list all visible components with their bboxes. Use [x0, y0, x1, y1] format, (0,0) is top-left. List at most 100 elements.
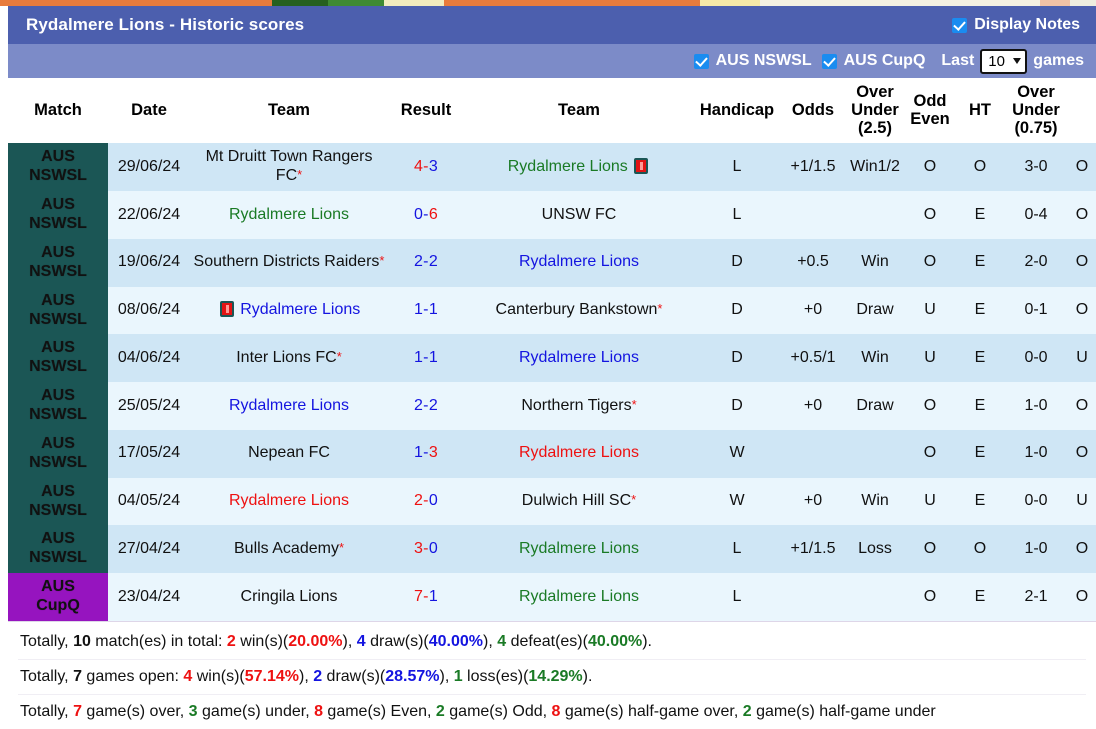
table-row[interactable]: AUS CupQ 23/04/24 Cringila Lions 7-1 Rydalmer…	[8, 573, 1096, 621]
page-root: Rydalmere Lions - Historic scores Displa…	[0, 0, 1096, 729]
away-team-cell[interactable]: Rydalmere Lions	[464, 525, 694, 574]
home-team-cell[interactable]: Southern Districts Raiders*	[190, 238, 388, 287]
match-league-badge[interactable]: AUS NSWSL	[8, 382, 108, 430]
home-team-cell[interactable]: Cringila Lions	[190, 573, 388, 621]
team-name[interactable]: Rydalmere Lions	[240, 301, 360, 318]
table-row[interactable]: AUS NSWSL 04/05/24 Rydalmere Lions 2-0 Dulwic…	[8, 477, 1096, 526]
table-body: AUS NSWSL 29/06/24 Mt Druitt Town Rangers F…	[8, 143, 1096, 621]
last-games-select-wrap[interactable]: 10	[980, 48, 1028, 74]
match-result[interactable]: 2-0	[388, 477, 464, 526]
col-header-ht[interactable]: HT	[956, 78, 1004, 144]
col-header-handicap[interactable]: Handicap	[694, 78, 780, 144]
team-name[interactable]: Rydalmere Lions	[519, 444, 639, 461]
col-header-odds[interactable]: Odds	[780, 78, 846, 144]
col-header-result[interactable]: Result	[388, 78, 464, 144]
team-name[interactable]: Rydalmere Lions	[229, 206, 349, 223]
away-score: 3	[428, 157, 439, 175]
home-team-cell[interactable]: Rydalmere Lions	[190, 382, 388, 430]
table-row[interactable]: AUS NSWSL 22/06/24 Rydalmere Lions 0-6 UNSW F…	[8, 191, 1096, 239]
table-row[interactable]: AUS NSWSL 27/04/24 Bulls Academy* 3-0 Rydalme…	[8, 525, 1096, 574]
away-team-cell[interactable]: Rydalmere Lions	[464, 573, 694, 621]
team-name[interactable]: Cringila Lions	[241, 588, 338, 605]
match-league-badge[interactable]: AUS NSWSL	[8, 143, 108, 192]
match-result[interactable]: 4-3	[388, 143, 464, 192]
match-outcome: D	[694, 334, 780, 383]
table-row[interactable]: AUS NSWSL 04/06/24 Inter Lions FC* 1-1 Rydalm…	[8, 334, 1096, 383]
home-team-cell[interactable]: Inter Lions FC*	[190, 334, 388, 383]
team-name[interactable]: UNSW FC	[542, 206, 617, 223]
team-name[interactable]: Northern Tigers	[521, 397, 631, 414]
checkbox-checked-icon[interactable]	[693, 53, 709, 69]
away-team-cell[interactable]: Canterbury Bankstown*	[464, 286, 694, 335]
match-result[interactable]: 2-2	[388, 238, 464, 287]
team-name[interactable]: Southern Districts Raiders	[194, 253, 380, 270]
away-team-cell[interactable]: Rydalmere Lions	[464, 429, 694, 478]
display-notes-label: Display Notes	[974, 16, 1080, 33]
team-name[interactable]: Rydalmere Lions	[519, 588, 639, 605]
match-league-badge[interactable]: AUS CupQ	[8, 573, 108, 621]
table-row[interactable]: AUS NSWSL 17/05/24 Nepean FC 1-3 Rydalmere Li…	[8, 429, 1096, 478]
team-name[interactable]: Rydalmere Lions	[519, 540, 639, 557]
team-name[interactable]: Dulwich Hill SC	[522, 492, 631, 509]
match-league-badge[interactable]: AUS NSWSL	[8, 525, 108, 574]
team-name[interactable]: Mt Druitt Town Rangers FC	[206, 148, 373, 184]
team-name[interactable]: Rydalmere Lions	[229, 397, 349, 414]
home-team-cell[interactable]: Rydalmere Lions	[190, 477, 388, 526]
match-result[interactable]: 1-1	[388, 286, 464, 335]
last-games-select[interactable]: 10	[980, 48, 1028, 74]
table-row[interactable]: AUS NSWSL 25/05/24 Rydalmere Lions 2-2 Northe…	[8, 382, 1096, 430]
table-row[interactable]: AUS NSWSL 08/06/24 Rydalmere Lions 1-1 Cante…	[8, 286, 1096, 335]
home-team-cell[interactable]: Mt Druitt Town Rangers FC*	[190, 143, 388, 192]
display-notes-toggle[interactable]: Display Notes	[952, 16, 1084, 34]
table-row[interactable]: AUS NSWSL 19/06/24 Southern Districts Raide…	[8, 238, 1096, 287]
team-name[interactable]: Inter Lions FC	[236, 349, 336, 366]
home-team-cell[interactable]: Bulls Academy*	[190, 525, 388, 574]
match-result[interactable]: 7-1	[388, 573, 464, 621]
table-row[interactable]: AUS NSWSL 29/06/24 Mt Druitt Town Rangers F…	[8, 143, 1096, 192]
team-name[interactable]: Rydalmere Lions	[508, 158, 628, 175]
col-header-odd-even[interactable]: Odd Even	[904, 78, 956, 144]
summary-half-under-count: 2	[742, 702, 752, 720]
checkbox-checked-icon[interactable]	[821, 53, 837, 69]
match-result[interactable]: 1-3	[388, 429, 464, 478]
match-league-badge[interactable]: AUS NSWSL	[8, 477, 108, 526]
match-league-badge[interactable]: AUS NSWSL	[8, 286, 108, 335]
away-team-cell[interactable]: Rydalmere Lions	[464, 238, 694, 287]
match-league-badge[interactable]: AUS NSWSL	[8, 238, 108, 287]
filter-league-nswsl[interactable]: AUS NSWSL	[693, 52, 812, 70]
asterisk-marker: *	[297, 167, 303, 183]
col-header-over-under-075[interactable]: Over Under (0.75)	[1004, 78, 1068, 144]
away-team-cell[interactable]: Rydalmere Lions	[464, 143, 694, 192]
team-name[interactable]: Bulls Academy	[234, 540, 339, 557]
match-league-badge[interactable]: AUS NSWSL	[8, 191, 108, 239]
match-result[interactable]: 2-2	[388, 382, 464, 430]
col-header-match[interactable]: Match	[8, 78, 108, 144]
match-result[interactable]: 3-0	[388, 525, 464, 574]
asterisk-marker: *	[338, 539, 344, 555]
col-header-over-under-25[interactable]: Over Under (2.5)	[846, 78, 904, 144]
away-team-cell[interactable]: Rydalmere Lions	[464, 334, 694, 383]
away-team-cell[interactable]: Dulwich Hill SC*	[464, 477, 694, 526]
filter-league-cupq[interactable]: AUS CupQ	[821, 52, 925, 70]
home-team-cell[interactable]: Rydalmere Lions	[190, 191, 388, 239]
team-name[interactable]: Rydalmere Lions	[519, 349, 639, 366]
home-team-cell[interactable]: Nepean FC	[190, 429, 388, 478]
away-team-cell[interactable]: UNSW FC	[464, 191, 694, 239]
halftime-score: 1-0	[1004, 429, 1068, 478]
team-name[interactable]: Rydalmere Lions	[229, 492, 349, 509]
away-team-cell[interactable]: Northern Tigers*	[464, 382, 694, 430]
match-league-badge[interactable]: AUS NSWSL	[8, 334, 108, 383]
match-result[interactable]: 1-1	[388, 334, 464, 383]
team-name[interactable]: Nepean FC	[248, 444, 330, 461]
checkbox-checked-icon[interactable]	[952, 17, 968, 33]
col-header-away-team[interactable]: Team	[464, 78, 694, 144]
home-team-cell[interactable]: Rydalmere Lions	[190, 286, 388, 335]
col-header-date[interactable]: Date	[108, 78, 190, 144]
league-badge-line: AUS	[41, 530, 75, 548]
team-name[interactable]: Rydalmere Lions	[519, 253, 639, 270]
match-result[interactable]: 0-6	[388, 191, 464, 239]
col-header-home-team[interactable]: Team	[190, 78, 388, 144]
team-name[interactable]: Canterbury Bankstown	[496, 301, 658, 318]
match-league-badge[interactable]: AUS NSWSL	[8, 429, 108, 478]
halftime-score: 3-0	[1004, 143, 1068, 192]
